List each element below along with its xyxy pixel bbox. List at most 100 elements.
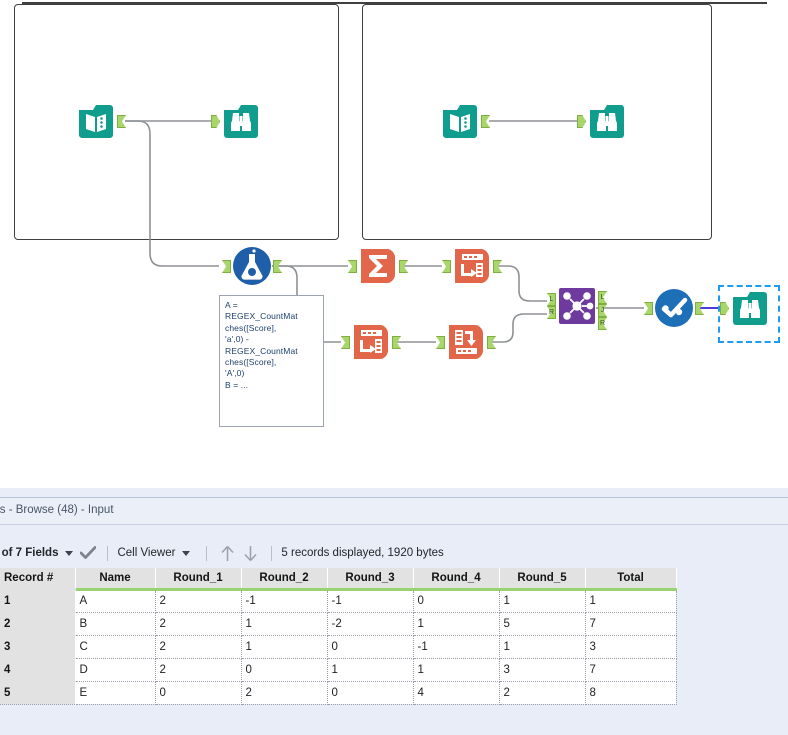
output-label-left: L bbox=[600, 294, 605, 301]
port-label-right: R bbox=[548, 309, 555, 316]
cell-name[interactable]: E bbox=[75, 681, 156, 705]
cell-round2[interactable]: -1 bbox=[241, 589, 328, 613]
arrow-down-icon[interactable] bbox=[243, 545, 258, 562]
tool-browse-1[interactable] bbox=[211, 101, 261, 141]
table-row[interactable]: 3 C 2 1 0 -1 1 3 bbox=[0, 635, 677, 659]
transpose-icon bbox=[449, 325, 483, 359]
tool-select[interactable] bbox=[644, 288, 704, 328]
cell-round4[interactable]: 1 bbox=[413, 612, 500, 636]
results-title: lts - Browse (48) - Input bbox=[0, 504, 114, 516]
workflow-canvas[interactable]: L R L J R A = REGEX_CountMat ches([Score… bbox=[0, 0, 788, 487]
flask-icon bbox=[233, 247, 271, 285]
cell-name[interactable]: C bbox=[75, 635, 156, 659]
output-label-right: R bbox=[599, 320, 606, 327]
column-header-round2[interactable]: Round_2 bbox=[241, 568, 328, 591]
cell-total[interactable]: 7 bbox=[585, 612, 677, 636]
tool-cross-tab-2[interactable] bbox=[341, 322, 401, 362]
results-toolbar[interactable]: 7 of 7 Fields Cell Viewer 5 records disp… bbox=[0, 540, 788, 566]
chevron-down-icon[interactable] bbox=[65, 550, 74, 556]
table-row[interactable]: 4 D 2 0 1 1 3 7 bbox=[0, 658, 677, 682]
cell-round2[interactable]: 0 bbox=[241, 658, 328, 682]
arrow-up-icon[interactable] bbox=[220, 545, 235, 562]
check-circle-icon bbox=[655, 289, 693, 327]
cell-round4[interactable]: 1 bbox=[413, 658, 500, 682]
column-header-round4[interactable]: Round_4 bbox=[413, 568, 500, 591]
cell-round1[interactable]: 2 bbox=[155, 612, 242, 636]
cell-viewer-label: Cell Viewer bbox=[117, 547, 176, 559]
column-header-name[interactable]: Name bbox=[75, 568, 156, 591]
column-header-round3[interactable]: Round_3 bbox=[327, 568, 414, 591]
cell-round3[interactable]: 1 bbox=[327, 658, 414, 682]
tool-browse-2[interactable] bbox=[577, 101, 627, 141]
tool-cross-tab-1[interactable] bbox=[442, 246, 502, 286]
book-icon bbox=[443, 105, 477, 138]
cell-round2[interactable]: 1 bbox=[241, 612, 328, 636]
binoculars-icon bbox=[224, 105, 258, 138]
cell-round4[interactable]: 4 bbox=[413, 681, 500, 705]
sigma-icon bbox=[361, 249, 395, 283]
cell-round3[interactable]: -2 bbox=[327, 612, 414, 636]
column-header-round5[interactable]: Round_5 bbox=[499, 568, 586, 591]
cell-record: 4 bbox=[0, 658, 76, 682]
table-row[interactable]: 1 A 2 -1 -1 0 1 1 bbox=[0, 589, 677, 613]
formula-annotation: A = REGEX_CountMat ches([Score], 'a',0) … bbox=[219, 295, 324, 427]
cell-round1[interactable]: 2 bbox=[155, 658, 242, 682]
cell-round5[interactable]: 2 bbox=[499, 681, 586, 705]
book-icon bbox=[79, 105, 113, 138]
cell-round1[interactable]: 0 bbox=[155, 681, 242, 705]
cell-round5[interactable]: 1 bbox=[499, 589, 586, 613]
crosstab-icon bbox=[354, 325, 388, 359]
output-label-join: J bbox=[600, 307, 605, 314]
join-icon bbox=[559, 288, 595, 324]
tool-input-data-2[interactable] bbox=[440, 101, 490, 141]
toolbar-divider bbox=[107, 545, 109, 561]
cell-round1[interactable]: 2 bbox=[155, 589, 242, 613]
cell-total[interactable]: 7 bbox=[585, 658, 677, 682]
cell-round5[interactable]: 5 bbox=[499, 612, 586, 636]
cell-round2[interactable]: 2 bbox=[241, 681, 328, 705]
tool-join[interactable]: L R L J R bbox=[547, 286, 607, 330]
results-panel: lts - Browse (48) - Input 7 of 7 Fields … bbox=[0, 487, 788, 735]
column-header-total[interactable]: Total bbox=[585, 568, 677, 591]
toolbar-divider bbox=[271, 545, 273, 561]
binoculars-icon bbox=[733, 292, 767, 325]
cell-name[interactable]: B bbox=[75, 612, 156, 636]
cell-round4[interactable]: 0 bbox=[413, 589, 500, 613]
cell-round2[interactable]: 1 bbox=[241, 635, 328, 659]
cell-round4[interactable]: -1 bbox=[413, 635, 500, 659]
cell-record: 1 bbox=[0, 589, 76, 613]
connection-wires bbox=[125, 120, 728, 343]
port-label-left: L bbox=[549, 296, 554, 303]
results-grid[interactable]: Record # Name Round_1 Round_2 Round_3 Ro… bbox=[0, 568, 677, 705]
tool-input-data-1[interactable] bbox=[76, 101, 126, 141]
alteryx-window: L R L J R A = REGEX_CountMat ches([Score… bbox=[0, 0, 788, 735]
cell-total[interactable]: 8 bbox=[585, 681, 677, 705]
cell-total[interactable]: 3 bbox=[585, 635, 677, 659]
tool-transpose[interactable] bbox=[436, 322, 496, 362]
cell-round1[interactable]: 2 bbox=[155, 635, 242, 659]
table-row[interactable]: 5 E 0 2 0 4 2 8 bbox=[0, 681, 677, 705]
records-status: 5 records displayed, 1920 bytes bbox=[281, 547, 444, 559]
table-header-row: Record # Name Round_1 Round_2 Round_3 Ro… bbox=[0, 568, 677, 591]
fields-selector[interactable]: 7 of 7 Fields bbox=[0, 546, 98, 560]
cell-round5[interactable]: 1 bbox=[499, 635, 586, 659]
cell-round3[interactable]: 0 bbox=[327, 635, 414, 659]
column-header-record[interactable]: Record # bbox=[0, 568, 76, 591]
cell-total[interactable]: 1 bbox=[585, 589, 677, 613]
check-icon[interactable] bbox=[80, 546, 97, 560]
cell-round5[interactable]: 3 bbox=[499, 658, 586, 682]
column-header-round1[interactable]: Round_1 bbox=[155, 568, 242, 591]
cell-viewer-selector[interactable]: Cell Viewer bbox=[117, 547, 197, 559]
binoculars-icon bbox=[590, 105, 624, 138]
cell-name[interactable]: A bbox=[75, 589, 156, 613]
tool-browse-3[interactable] bbox=[720, 288, 770, 328]
cell-round3[interactable]: 0 bbox=[327, 681, 414, 705]
cell-name[interactable]: D bbox=[75, 658, 156, 682]
cell-round3[interactable]: -1 bbox=[327, 589, 414, 613]
tool-summarize[interactable] bbox=[348, 246, 408, 286]
table-row[interactable]: 2 B 2 1 -2 1 5 7 bbox=[0, 612, 677, 636]
chevron-down-icon[interactable] bbox=[182, 550, 191, 556]
toolbar-divider bbox=[206, 545, 208, 561]
tool-formula[interactable] bbox=[222, 246, 282, 286]
results-titlebar[interactable]: lts - Browse (48) - Input bbox=[0, 497, 788, 525]
